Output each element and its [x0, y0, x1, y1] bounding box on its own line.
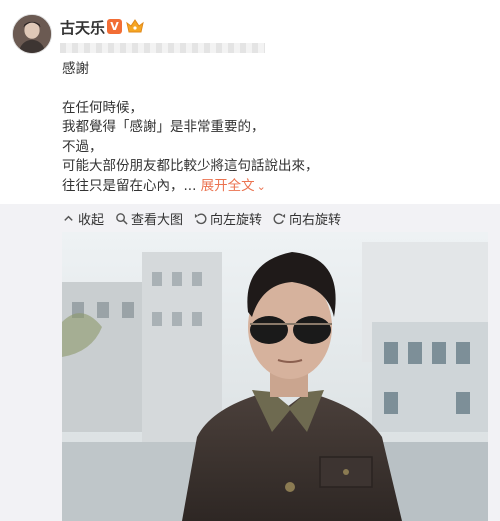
rotate-left-icon: [194, 213, 207, 224]
post-line-text: 往往只是留在心內，...: [62, 177, 197, 194]
collapse-label: 收起: [78, 212, 105, 228]
magnifier-icon: [116, 212, 128, 225]
post-line: 可能大部份朋友都比較少將這句話說出來，: [62, 158, 319, 174]
post-meta-redacted: [60, 43, 265, 53]
post-body: 感謝 在任何時候， 我都覺得「感謝」是非常重要的， 不過， 可能大部份朋友都比較…: [62, 60, 319, 196]
post-header: 古天乐 V: [0, 0, 500, 62]
collapse-icon: [64, 215, 73, 221]
rotate-left-label: 向左旋转: [210, 212, 263, 228]
view-large-label: 查看大图: [131, 212, 184, 228]
rotate-right-button[interactable]: 向右旋转: [273, 209, 341, 228]
expand-label: 展开全文: [200, 177, 255, 194]
avatar-portrait-icon: [13, 15, 51, 53]
crown-icon: [126, 19, 144, 33]
post-photo[interactable]: [62, 232, 488, 521]
collapse-button[interactable]: 收起: [62, 209, 104, 228]
post-line: 我都覺得「感謝」是非常重要的，: [62, 119, 265, 135]
post-line: 感謝: [62, 61, 89, 77]
post-line: 在任何時候，: [62, 99, 143, 116]
post-line: 不過，: [62, 138, 103, 155]
rotate-right-label: 向右旋转: [289, 212, 342, 228]
verified-icon: V: [107, 19, 122, 34]
rotate-left-button[interactable]: 向左旋转: [194, 209, 262, 228]
rotate-right-icon: [273, 213, 286, 224]
image-toolbar: 收起 查看大图 向左旋转 向右旋转: [62, 207, 352, 229]
avatar[interactable]: [12, 14, 52, 54]
post-line-blank: [62, 80, 319, 99]
post-line-last: 往往只是留在心內，... 展开全文 ⌄: [62, 177, 319, 197]
photo-illustration: [62, 232, 488, 521]
view-large-button[interactable]: 查看大图: [115, 209, 183, 228]
chevron-down-icon: ⌄: [256, 179, 266, 193]
username[interactable]: 古天乐: [60, 17, 105, 38]
expand-full-text-link[interactable]: 展开全文 ⌄: [201, 178, 266, 194]
